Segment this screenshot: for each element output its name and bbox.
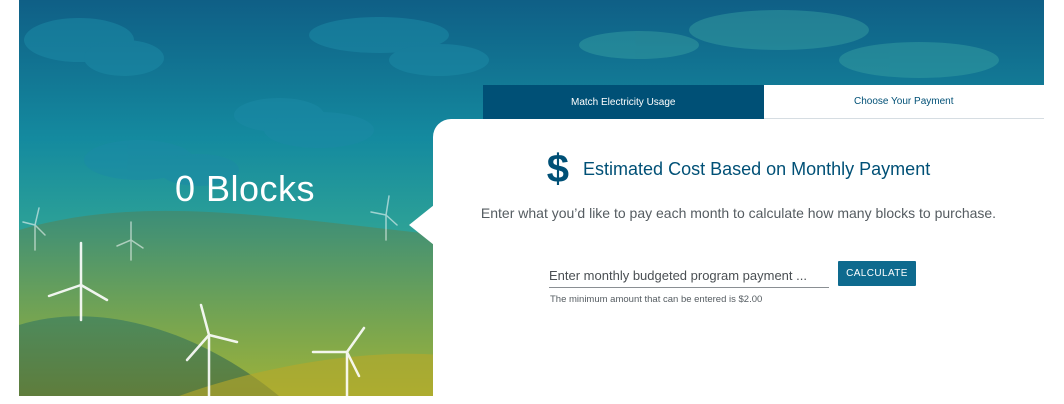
calculate-button[interactable]: CALCULATE — [838, 261, 916, 286]
panel-heading: $ Estimated Cost Based on Monthly Paymen… — [433, 149, 1044, 189]
tab-bar: Match Electricity Usage Choose Your Paym… — [483, 85, 1044, 119]
panel-pointer — [409, 205, 434, 245]
dollar-icon: $ — [546, 147, 570, 191]
monthly-payment-input[interactable] — [549, 263, 829, 287]
blocks-count: 0 Blocks — [174, 168, 316, 209]
payment-panel: $ Estimated Cost Based on Monthly Paymen… — [433, 119, 1044, 396]
minimum-amount-hint: The minimum amount that can be entered i… — [550, 294, 763, 305]
panel-title: Estimated Cost Based on Monthly Payment — [583, 158, 931, 179]
tab-choose-your-payment[interactable]: Choose Your Payment — [763, 85, 1044, 119]
payment-input-wrapper — [549, 263, 829, 288]
program-widget: 0 Blocks Match Electricity Usage Choose … — [19, 0, 1044, 396]
panel-description: Enter what you’d like to pay each month … — [480, 205, 997, 221]
tab-match-electricity-usage[interactable]: Match Electricity Usage — [483, 85, 764, 119]
